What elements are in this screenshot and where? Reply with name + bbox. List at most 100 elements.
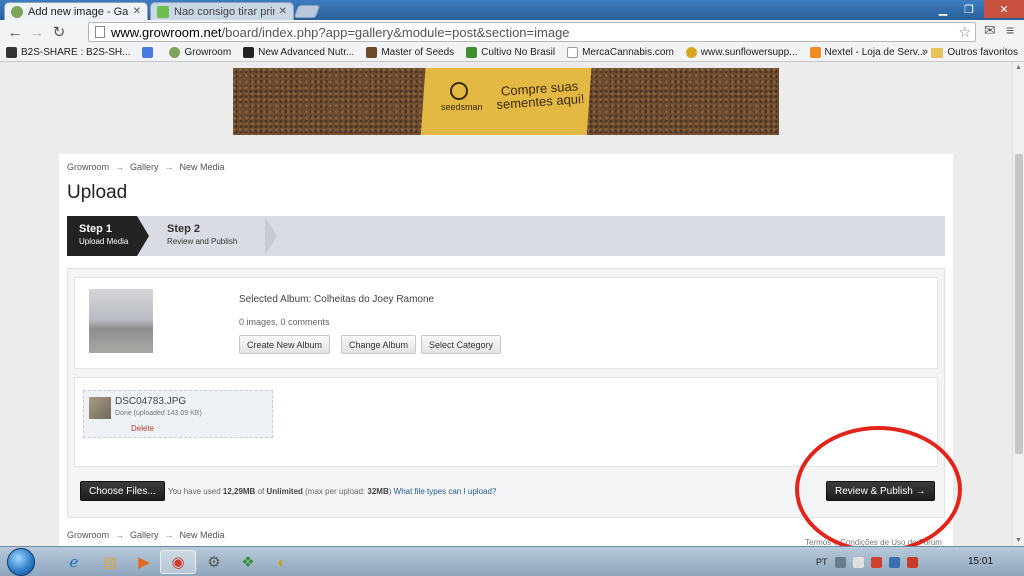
bookmark-master-of-seeds[interactable]: Master of Seeds bbox=[366, 47, 454, 58]
menu-icon[interactable]: ≡ bbox=[1006, 22, 1014, 38]
bookmark-sunflowersupply[interactable]: www.sunflowersupp... bbox=[685, 47, 798, 58]
footer-breadcrumb: Growroom → Gallery → New Media bbox=[67, 530, 225, 540]
browser-toolbar: ← → ↻ www.growroom.net /board/index.php?… bbox=[0, 20, 1024, 44]
restore-icon[interactable]: ❐ bbox=[956, 0, 982, 18]
clock[interactable]: 15:01 bbox=[968, 556, 993, 567]
bookmark-favicon-icon bbox=[366, 47, 378, 58]
breadcrumb-growroom[interactable]: Growroom bbox=[67, 530, 109, 540]
close-tab-icon[interactable]: ✕ bbox=[133, 6, 141, 17]
page-icon bbox=[567, 47, 579, 58]
gmail-extension-icon[interactable]: ✉ bbox=[984, 22, 996, 39]
breadcrumb-gallery[interactable]: Gallery bbox=[130, 162, 159, 172]
file-types-link[interactable]: What file types can I upload? bbox=[394, 487, 497, 496]
select-category-button[interactable]: Select Category bbox=[421, 335, 502, 354]
breadcrumb-arrow-icon: → bbox=[115, 162, 125, 172]
album-stats: 0 images, 0 comments bbox=[239, 317, 330, 327]
page-title: Upload bbox=[67, 182, 128, 203]
antivirus-icon[interactable] bbox=[870, 556, 882, 568]
page-scrollbar[interactable]: ▲ ▼ bbox=[1012, 62, 1024, 546]
banner-brand: seedsman bbox=[441, 102, 483, 112]
flag-icon[interactable] bbox=[852, 556, 864, 568]
steam-icon[interactable]: ⚙ bbox=[196, 550, 232, 574]
minimize-icon[interactable]: ▁ bbox=[930, 0, 956, 18]
breadcrumb-gallery[interactable]: Gallery bbox=[130, 530, 159, 540]
bookmark-growroom[interactable]: Growroom bbox=[169, 47, 231, 58]
seedsman-logo-icon bbox=[450, 82, 468, 100]
browser-tab-strip: Add new image - Gallery ✕ Nao consigo ti… bbox=[0, 0, 1024, 20]
tab-add-new-image[interactable]: Add new image - Gallery ✕ bbox=[4, 2, 148, 20]
bookmark-nextel[interactable]: Nextel - Loja de Serv... bbox=[809, 47, 926, 58]
page-icon bbox=[95, 26, 105, 38]
tab-nao-consigo[interactable]: Nao consigo tirar print sc ✕ bbox=[150, 2, 294, 20]
album-panel: Selected Album: Colheitas do Joey Ramone… bbox=[74, 277, 938, 369]
file-explorer-icon[interactable]: ▤ bbox=[92, 550, 128, 574]
step-review-publish: Step 2 Review and Publish bbox=[155, 216, 277, 256]
scroll-down-icon[interactable]: ▼ bbox=[1015, 537, 1022, 544]
bookmark-label: Cultivo No Brasil bbox=[481, 47, 556, 58]
forward-arrow-icon[interactable]: → bbox=[26, 21, 48, 43]
step-upload-media: Step 1 Upload Media bbox=[67, 216, 149, 256]
seedsman-logo: seedsman bbox=[441, 82, 483, 112]
leaf-icon bbox=[466, 47, 478, 58]
breadcrumb-growroom[interactable]: Growroom bbox=[67, 162, 109, 172]
delete-file-link[interactable]: Delete bbox=[131, 424, 154, 433]
step-subtitle: Upload Media bbox=[79, 237, 129, 246]
bookmark-mercacannabis[interactable]: MercaCannabis.com bbox=[567, 47, 674, 58]
bookmark-label: Nextel - Loja de Serv... bbox=[824, 47, 926, 58]
pinned-app-icon[interactable]: ◐ bbox=[264, 550, 300, 574]
create-new-album-button[interactable]: Create New Album bbox=[239, 335, 331, 354]
breadcrumb-new-media[interactable]: New Media bbox=[180, 530, 225, 540]
usage-used: 12,29MB bbox=[222, 487, 256, 496]
usage-prefix: You have used bbox=[168, 487, 223, 496]
bookmark-new-advanced[interactable]: New Advanced Nutr... bbox=[243, 47, 354, 58]
volume-muted-icon[interactable] bbox=[906, 556, 918, 568]
other-bookmarks-folder[interactable]: Outros favoritos bbox=[931, 47, 1018, 58]
reload-icon[interactable]: ↻ bbox=[48, 21, 70, 43]
breadcrumb-arrow-icon: → bbox=[115, 530, 125, 540]
scroll-up-icon[interactable]: ▲ bbox=[1015, 64, 1022, 71]
back-arrow-icon[interactable]: ← bbox=[4, 21, 26, 43]
bookmark-star-icon[interactable]: ☆ bbox=[958, 24, 971, 41]
step-title: Step 2 bbox=[167, 223, 201, 235]
windows-live-icon[interactable]: ❖ bbox=[230, 550, 266, 574]
bookmark-label: New Advanced Nutr... bbox=[258, 47, 355, 58]
bookmark-label: www.sunflowersupp... bbox=[700, 47, 798, 58]
windows-taskbar: ℯ ▤ ▶ ◉ ⚙ ❖ ◐ PT 15:01 bbox=[0, 546, 1024, 576]
sunflower-icon bbox=[685, 47, 697, 58]
bookmark-favicon-icon bbox=[6, 47, 17, 58]
bookmark-cultivo-no-brasil[interactable]: Cultivo No Brasil bbox=[466, 47, 555, 58]
language-indicator[interactable]: PT bbox=[816, 557, 828, 567]
bookmark-b2s-share[interactable]: B2S-SHARE : B2S-SH... bbox=[6, 47, 130, 58]
network-icon[interactable] bbox=[888, 556, 900, 568]
url-path: /board/index.php?app=gallery&module=post… bbox=[221, 24, 570, 40]
seedsman-ad-banner[interactable]: seedsman Compre suas sementes aqui! bbox=[233, 68, 779, 135]
forum-favicon-icon bbox=[157, 5, 169, 18]
bookmarks-overflow-icon[interactable]: » bbox=[922, 46, 928, 58]
address-bar[interactable]: www.growroom.net /board/index.php?app=ga… bbox=[88, 22, 976, 42]
scrollbar-thumb[interactable] bbox=[1015, 154, 1023, 454]
choose-files-button[interactable]: Choose Files... bbox=[80, 481, 165, 501]
url-host: www.growroom.net bbox=[111, 24, 222, 40]
usage-max-label: (max per upload: bbox=[302, 487, 368, 496]
chrome-icon[interactable]: ◉ bbox=[160, 550, 196, 574]
new-tab-button[interactable] bbox=[293, 5, 321, 18]
folder-icon bbox=[931, 47, 944, 58]
window-close-icon[interactable]: ✕ bbox=[984, 0, 1024, 18]
change-album-button[interactable]: Change Album bbox=[341, 335, 417, 354]
breadcrumb-new-media[interactable]: New Media bbox=[180, 162, 225, 172]
bookmark-label: Master of Seeds bbox=[381, 47, 455, 58]
bookmark-label: B2S-SHARE : B2S-SH... bbox=[21, 47, 131, 58]
google-icon bbox=[142, 47, 154, 58]
bookmark-google[interactable] bbox=[142, 47, 157, 58]
bookmark-favicon-icon bbox=[169, 47, 181, 58]
file-thumbnail bbox=[89, 397, 111, 419]
selected-album: Selected Album: Colheitas do Joey Ramone bbox=[239, 294, 435, 305]
tab-title: Add new image - Gallery bbox=[28, 5, 129, 18]
start-button[interactable] bbox=[7, 548, 35, 576]
close-tab-icon[interactable]: ✕ bbox=[279, 6, 287, 17]
internet-explorer-icon[interactable]: ℯ bbox=[56, 550, 92, 574]
usage-of: of bbox=[255, 487, 267, 496]
usage-close: ) bbox=[388, 487, 392, 496]
show-hidden-icons-icon[interactable] bbox=[834, 556, 846, 568]
media-player-icon[interactable]: ▶ bbox=[126, 550, 162, 574]
